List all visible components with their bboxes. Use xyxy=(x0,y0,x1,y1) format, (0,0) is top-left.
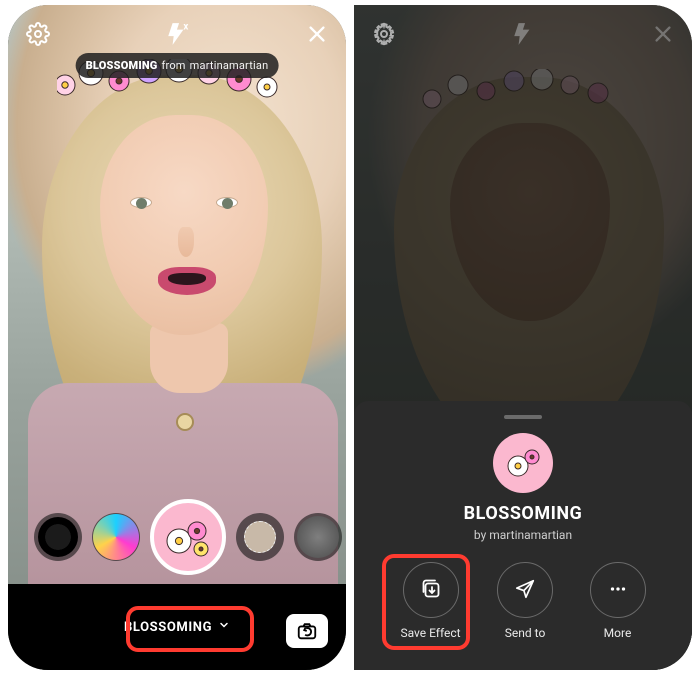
portrait-necklace xyxy=(176,413,194,431)
close-icon[interactable] xyxy=(306,23,328,45)
save-effect-label: Save Effect xyxy=(400,626,460,640)
send-icon xyxy=(514,578,536,603)
effect-thumb-mono[interactable] xyxy=(294,513,342,561)
chevron-down-icon xyxy=(218,619,230,635)
sheet-actions: Save Effect Send to More xyxy=(354,562,692,640)
camera-screen-left: x BLOSSOMING from martinamartian BLOSS xyxy=(8,5,346,670)
effect-thumb-pupil[interactable] xyxy=(34,513,82,561)
effect-thumb-halo[interactable] xyxy=(236,513,284,561)
portrait-nose xyxy=(178,227,194,257)
effect-carousel[interactable] xyxy=(8,498,346,576)
more-icon xyxy=(607,578,629,603)
effect-name-text: BLOSSOMING xyxy=(86,59,158,72)
portrait-eye xyxy=(216,197,238,208)
effect-thumb-chrome-face[interactable] xyxy=(92,513,140,561)
save-effect-button[interactable]: Save Effect xyxy=(400,562,460,640)
flash-off-icon[interactable]: x xyxy=(165,21,191,47)
settings-icon[interactable] xyxy=(372,22,396,46)
send-to-button[interactable]: Send to xyxy=(497,562,553,640)
sheet-title: BLOSSOMING xyxy=(354,503,692,524)
flash-off-icon[interactable] xyxy=(511,21,537,47)
effect-bottom-sheet: BLOSSOMING by martinamartian Save Effect… xyxy=(354,401,692,670)
save-icon xyxy=(419,577,443,604)
top-controls: x xyxy=(8,15,346,53)
effect-avatar[interactable] xyxy=(493,433,553,493)
portrait-mouth xyxy=(158,267,216,295)
close-icon[interactable] xyxy=(652,23,674,45)
camera-screen-right: BLOSSOMING by martinamartian Save Effect… xyxy=(354,5,692,670)
portrait-eye xyxy=(130,197,152,208)
bottom-bar: BLOSSOMING xyxy=(8,584,346,670)
more-label: More xyxy=(604,626,632,640)
effect-name-label: BLOSSOMING xyxy=(124,620,212,635)
svg-text:x: x xyxy=(183,22,188,33)
settings-icon[interactable] xyxy=(26,22,50,46)
sheet-author[interactable]: by martinamartian xyxy=(354,528,692,542)
sheet-grabber[interactable] xyxy=(504,415,542,419)
top-controls xyxy=(354,15,692,53)
effect-author-text: martinamartian xyxy=(190,59,269,72)
switch-camera-button[interactable] xyxy=(286,614,328,648)
effect-thumb-selected-blossoming[interactable] xyxy=(150,499,226,575)
more-button[interactable]: More xyxy=(590,562,646,640)
send-to-label: Send to xyxy=(505,626,546,640)
effect-name-button[interactable]: BLOSSOMING xyxy=(110,609,244,645)
from-word: from xyxy=(161,59,185,72)
effect-attribution-pill[interactable]: BLOSSOMING from martinamartian xyxy=(76,53,279,78)
